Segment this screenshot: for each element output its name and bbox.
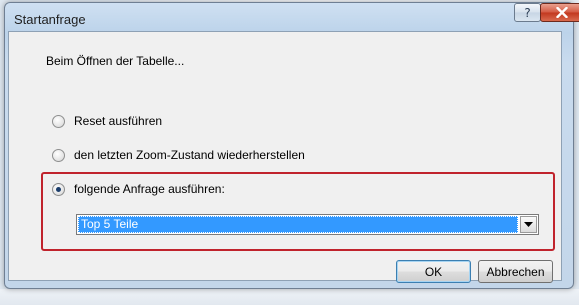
ok-button[interactable]: OK <box>396 260 471 283</box>
query-dropdown-button[interactable] <box>520 216 537 233</box>
question-icon: ? <box>524 5 531 20</box>
radio-run-query-label[interactable]: folgende Anfrage ausführen: <box>74 182 225 196</box>
close-icon <box>556 7 568 18</box>
radio-reset[interactable] <box>52 115 65 128</box>
cancel-button[interactable]: Abbrechen <box>478 260 553 283</box>
radio-run-query[interactable] <box>52 183 65 196</box>
radio-reset-label[interactable]: Reset ausführen <box>74 114 162 128</box>
background-window-bottom <box>0 289 579 305</box>
dialog-title: Startanfrage <box>14 12 86 27</box>
query-dropdown-value: Top 5 Teile <box>78 216 518 233</box>
radio-restore-zoom-label[interactable]: den letzten Zoom-Zustand wiederherstelle… <box>74 148 305 162</box>
intro-text: Beim Öffnen der Tabelle... <box>46 54 185 68</box>
close-button[interactable] <box>540 3 579 22</box>
chevron-down-icon <box>524 221 533 227</box>
help-button[interactable]: ? <box>514 3 541 22</box>
radio-restore-zoom[interactable] <box>52 149 65 162</box>
query-dropdown[interactable]: Top 5 Teile <box>76 214 539 235</box>
